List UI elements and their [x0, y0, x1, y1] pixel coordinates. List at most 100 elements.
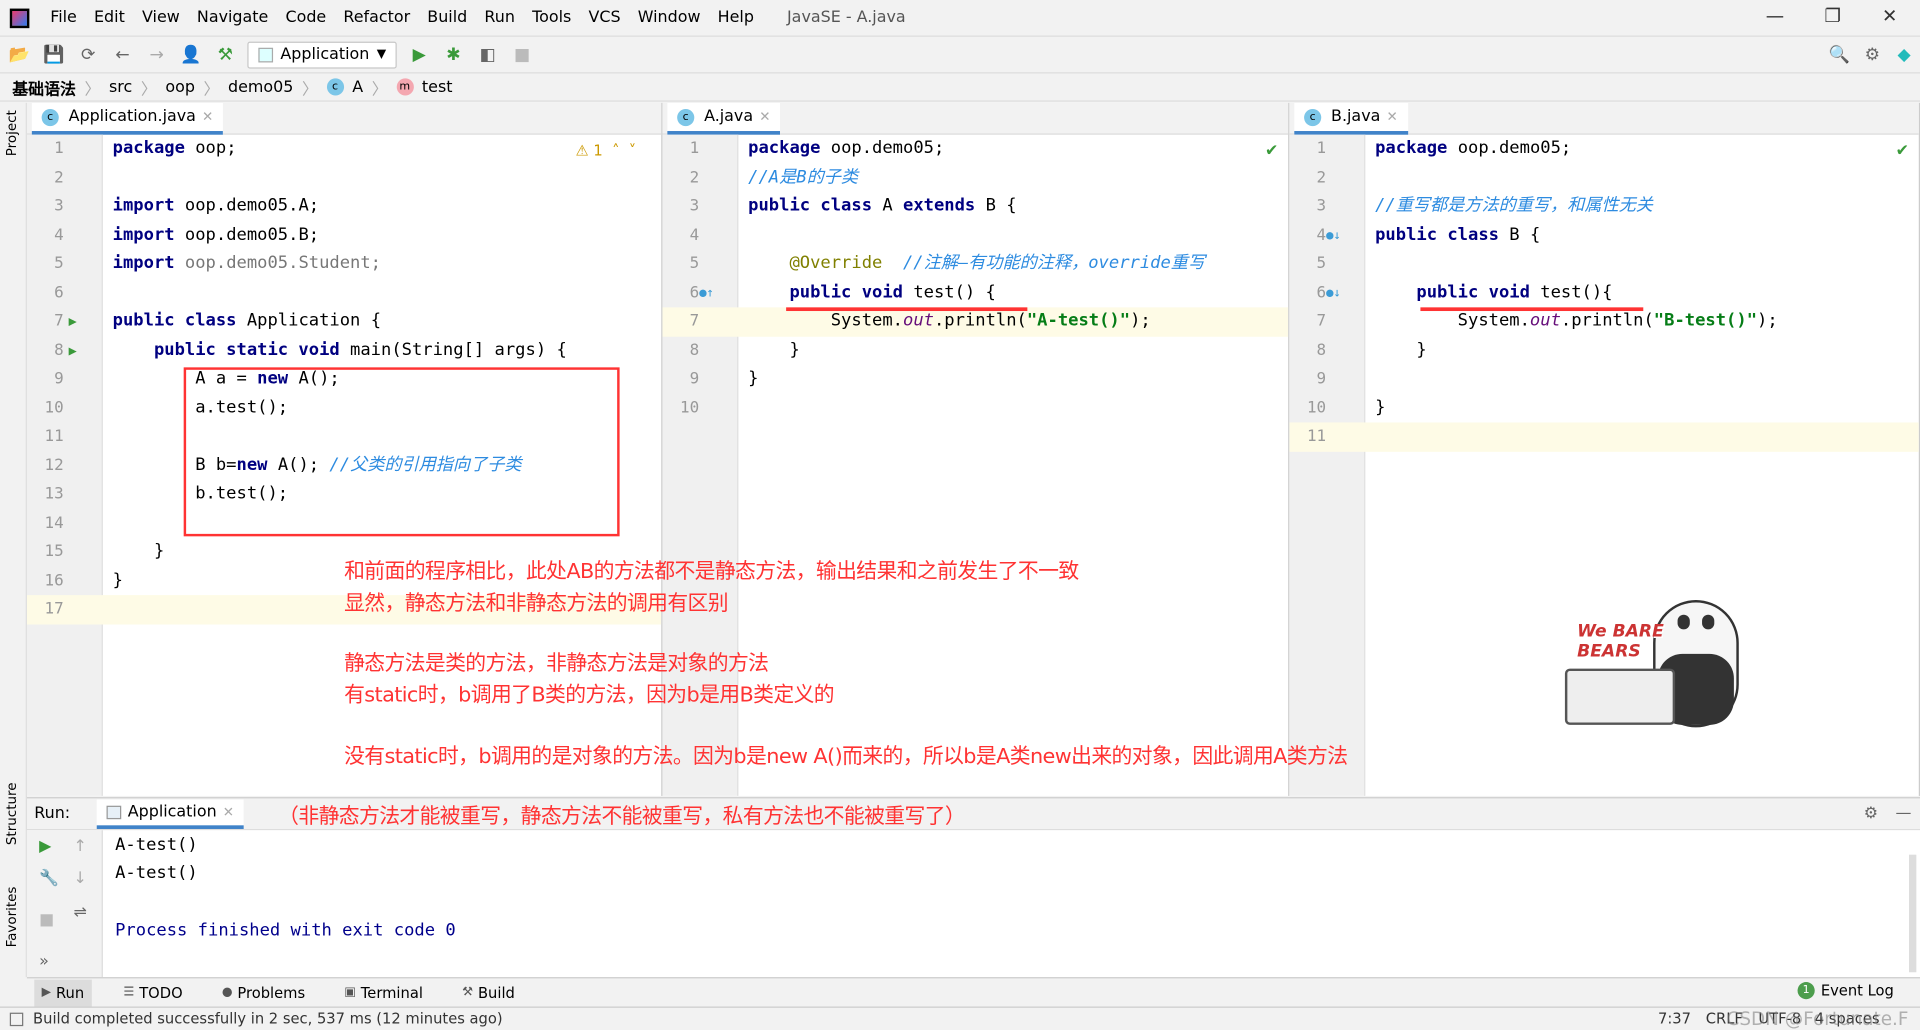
- line-number: 4: [1316, 225, 1327, 245]
- sync-icon[interactable]: ⟳: [76, 42, 100, 66]
- rerun-icon[interactable]: ▶: [39, 838, 51, 856]
- line-text: }: [1375, 394, 1385, 423]
- run-gutter-icon[interactable]: ▶: [69, 336, 77, 365]
- breadcrumb-item[interactable]: A: [352, 78, 363, 96]
- forward-icon[interactable]: →: [144, 42, 168, 66]
- menu-help[interactable]: Help: [709, 9, 762, 27]
- code-token: import: [112, 253, 175, 274]
- minimize-button[interactable]: —: [1766, 5, 1784, 27]
- run-icon[interactable]: ▶: [407, 42, 431, 66]
- close-button[interactable]: ✕: [1882, 5, 1897, 27]
- down-icon[interactable]: ↓: [73, 869, 86, 887]
- breadcrumb-item[interactable]: demo05: [228, 78, 293, 96]
- gear-icon[interactable]: ⚙: [1864, 804, 1878, 822]
- menu-navigate[interactable]: Navigate: [188, 9, 277, 27]
- more-icon[interactable]: »: [39, 953, 49, 971]
- code-token: public void: [1375, 282, 1530, 302]
- menu-refactor[interactable]: Refactor: [335, 9, 419, 27]
- app-icon: [258, 47, 274, 62]
- menu-window[interactable]: Window: [629, 9, 709, 27]
- tool-window-run[interactable]: ▶ Run: [34, 978, 92, 1006]
- stop-icon[interactable]: ■: [510, 42, 534, 66]
- menu-tools[interactable]: Tools: [524, 9, 580, 27]
- minimize-panel-icon[interactable]: —: [1896, 804, 1912, 822]
- code-token: package: [112, 138, 185, 158]
- run-actions: ▶ ↑ 🔧 ↓ ■ ⇌ »: [26, 830, 103, 978]
- annotation-text: 没有static时，b调用的是对象的方法。因为b是new A()而来的，所以b是…: [344, 744, 1348, 769]
- code-line: 10}: [1289, 394, 1918, 423]
- gear-icon[interactable]: ⚙: [1860, 42, 1884, 66]
- tool-window-label: Terminal: [360, 983, 423, 1002]
- search-icon[interactable]: 🔍: [1827, 42, 1851, 66]
- user-icon[interactable]: 👤: [179, 42, 203, 66]
- open-icon[interactable]: 📂: [7, 42, 31, 66]
- app-icon: [106, 805, 122, 819]
- wrench-icon[interactable]: 🔧: [39, 869, 59, 887]
- code-area[interactable]: 1 package oop.demo05; 2 //A是B的子类 3 public cla…: [662, 135, 1289, 423]
- favorites-tool-button[interactable]: Favorites: [4, 887, 20, 948]
- line-number: 3: [689, 197, 700, 216]
- up-icon[interactable]: ↑: [73, 838, 86, 856]
- project-tool-button[interactable]: Project: [4, 110, 20, 156]
- stop-icon[interactable]: ■: [39, 911, 54, 929]
- plugin-icon[interactable]: ◆: [1892, 42, 1916, 66]
- line-number: 8: [1316, 341, 1327, 360]
- chevron-right-icon: 〉: [140, 80, 157, 99]
- status-toggle-icon[interactable]: [9, 1012, 24, 1026]
- line-text: }: [748, 365, 758, 394]
- editor-tab[interactable]: c B.java ✕: [1294, 102, 1408, 135]
- menu-file[interactable]: File: [42, 9, 86, 27]
- close-icon[interactable]: ✕: [759, 109, 770, 125]
- editor-tab[interactable]: c A.java ✕: [667, 102, 781, 135]
- tool-window-terminal[interactable]: ▣ Terminal: [337, 984, 430, 1001]
- overrides-icon[interactable]: ●↑: [699, 279, 714, 308]
- menu-edit[interactable]: Edit: [85, 9, 133, 27]
- line-number: 16: [44, 571, 64, 590]
- scrollbar[interactable]: [1908, 854, 1917, 973]
- close-icon[interactable]: ✕: [223, 804, 234, 820]
- breadcrumb-item[interactable]: src: [109, 78, 132, 96]
- watermark: CSDN @Fortunate.F: [1726, 1007, 1909, 1030]
- structure-tool-button[interactable]: Structure: [4, 782, 20, 845]
- back-icon[interactable]: ←: [110, 42, 134, 66]
- tool-window-todo[interactable]: ☰ TODO: [116, 984, 190, 1001]
- menu-run[interactable]: Run: [476, 9, 524, 27]
- code-line: 9}: [662, 365, 1288, 394]
- run-tab-label: Application: [127, 802, 217, 822]
- code-token: import: [112, 224, 175, 245]
- line-text: package oop.demo05;: [748, 135, 944, 164]
- debug-icon[interactable]: ✱: [441, 42, 465, 66]
- menu-view[interactable]: View: [133, 9, 188, 27]
- breadcrumb-item[interactable]: test: [422, 78, 453, 96]
- menu-bar: File Edit View Navigate Code Refactor Build Run…: [0, 0, 1920, 36]
- soft-wrap-icon[interactable]: ⇌: [73, 904, 86, 922]
- run-config-select[interactable]: Application ▼: [247, 41, 398, 68]
- build-hammer-icon[interactable]: ⚒: [213, 42, 237, 66]
- overridden-icon[interactable]: ●↓: [1326, 279, 1341, 308]
- warning-indicator[interactable]: ⚠ 1 ˄ ˅: [576, 142, 637, 159]
- event-log-button[interactable]: 1 Event Log: [1797, 982, 1894, 1000]
- overridden-icon[interactable]: ●↓: [1326, 221, 1341, 250]
- breadcrumb-item[interactable]: 基础语法: [12, 75, 76, 98]
- close-icon[interactable]: ✕: [1386, 109, 1397, 125]
- code-area[interactable]: 1 package oop.demo05; 2 3 //重写都是方法的重写，和属性无关 4…: [1289, 135, 1919, 452]
- run-gutter-icon[interactable]: ▶: [69, 307, 77, 336]
- tool-window-problems[interactable]: ● Problems: [214, 984, 312, 1001]
- line-number: 13: [44, 484, 64, 504]
- class-icon: c: [677, 108, 695, 126]
- coverage-icon[interactable]: ◧: [476, 42, 500, 66]
- restore-button[interactable]: ❐: [1825, 5, 1841, 27]
- menu-code[interactable]: Code: [277, 9, 335, 27]
- close-icon[interactable]: ✕: [202, 109, 213, 125]
- run-console[interactable]: ▶ ↑ 🔧 ↓ ■ ⇌ » A-test() A-test() Process …: [26, 830, 1920, 978]
- console-line: A-test(): [115, 835, 198, 855]
- menu-vcs[interactable]: VCS: [580, 9, 629, 27]
- save-icon[interactable]: 💾: [42, 42, 66, 66]
- run-tab[interactable]: Application ✕: [97, 798, 244, 829]
- breadcrumb-item[interactable]: oop: [165, 78, 195, 96]
- code-token: }: [112, 570, 123, 590]
- editor-tab[interactable]: c Application.java ✕: [31, 102, 224, 135]
- menu-build[interactable]: Build: [419, 9, 476, 27]
- tool-window-build[interactable]: ⚒ Build: [455, 984, 522, 1001]
- caret-position[interactable]: 7:37: [1658, 1010, 1691, 1027]
